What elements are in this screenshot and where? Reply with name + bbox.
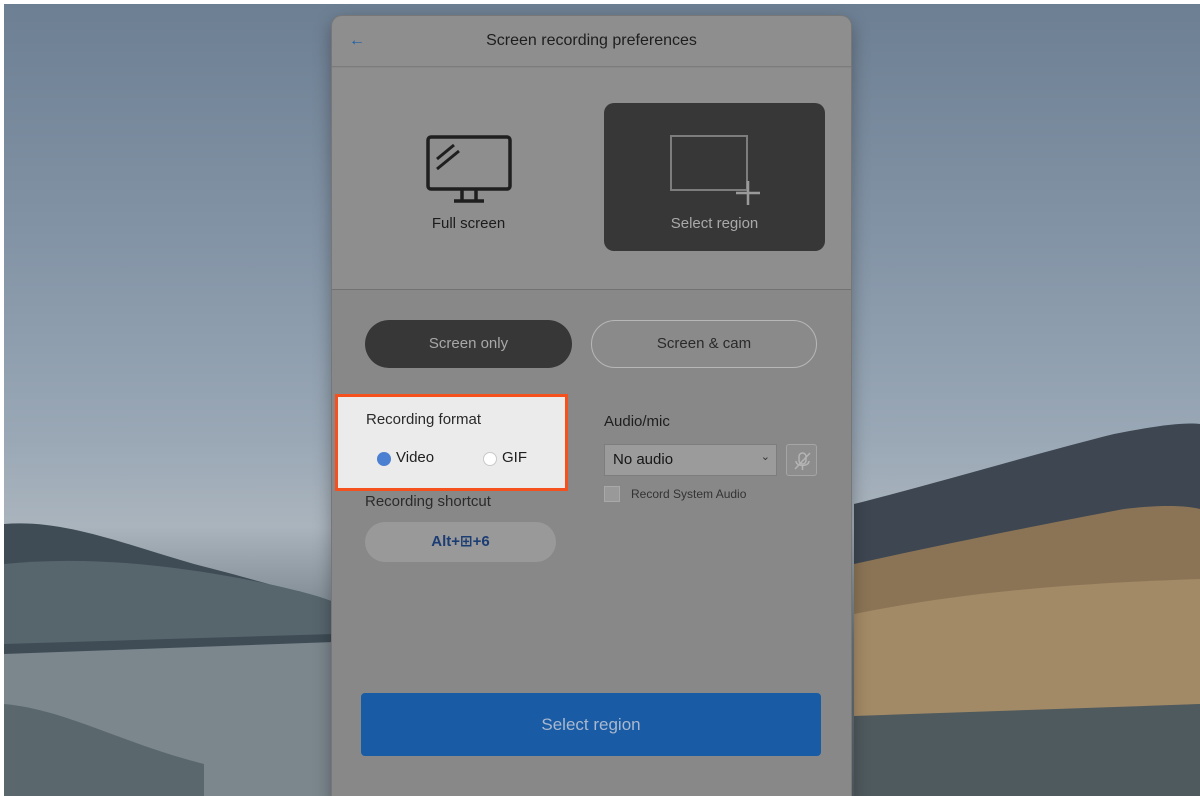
mic-muted-icon [794,452,811,470]
dialog-titlebar: ← Screen recording preferences [332,16,851,67]
audio-mic-label: Audio/mic [604,413,670,430]
recording-shortcut-label: Recording shortcut [365,493,491,510]
record-system-audio-label[interactable]: Record System Audio [631,487,746,501]
select-region-button[interactable]: Select region [361,693,821,756]
screen-and-cam-toggle[interactable]: Screen & cam [591,320,817,368]
screen-recording-dialog: ← Screen recording preferences Full scre… [332,16,851,796]
video-radio-label[interactable]: Video [396,449,434,466]
full-screen-label: Full screen [431,215,506,232]
screen-only-toggle[interactable]: Screen only [365,320,572,368]
dialog-title: Screen recording preferences [486,32,697,49]
audio-dropdown[interactable]: No audio ⌄ [604,444,777,476]
audio-dropdown-value: No audio [613,451,674,468]
select-region-option[interactable]: Select region [604,103,825,251]
gif-radio[interactable] [483,452,497,466]
capture-mode-area: Full screen Select region [332,68,851,290]
recording-format-group: Recording format Video GIF [335,394,568,491]
recording-shortcut-button[interactable]: Alt+⊞+6 [365,522,556,562]
chevron-down-icon: ⌄ [760,451,770,463]
mic-toggle-button[interactable] [786,444,817,476]
full-screen-option[interactable]: Full screen [358,103,579,251]
select-region-label: Select region [670,215,759,232]
record-system-audio-checkbox[interactable] [604,486,620,502]
video-radio[interactable] [377,452,391,466]
gif-radio-label[interactable]: GIF [502,449,527,466]
recording-format-label: Recording format [366,411,482,428]
